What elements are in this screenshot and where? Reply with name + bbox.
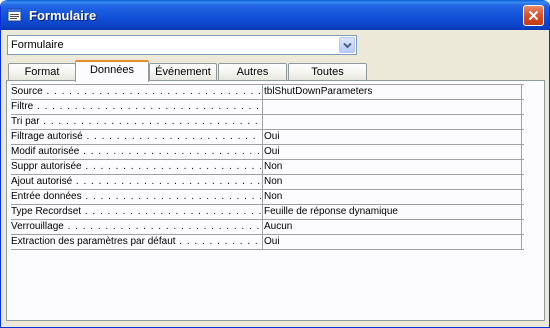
properties-icon (7, 7, 23, 23)
tab-panel: Source . . . . . . . . . . . . . . . . .… (6, 80, 545, 321)
column-divider (262, 220, 263, 234)
property-value[interactable]: Non (264, 190, 522, 204)
property-label: Tri par . . . . . . . . . . . . . . . . … (11, 116, 261, 127)
property-label: Modif autorisée . . . . . . . . . . . . … (11, 146, 261, 157)
property-value[interactable]: tblShutDownParameters (264, 85, 522, 99)
property-row[interactable]: Ajout autorisé . . . . . . . . . . . . .… (11, 175, 524, 190)
property-value[interactable]: Non (264, 175, 522, 189)
close-button[interactable] (523, 5, 544, 26)
window-title: Formulaire (29, 8, 97, 23)
tab-strip: Format Données Événement Autres Toutes (6, 60, 546, 82)
property-label: Verrouillage . . . . . . . . . . . . . .… (11, 221, 261, 232)
property-value[interactable]: Feuille de réponse dynamique (264, 205, 522, 219)
property-label: Ajout autorisé . . . . . . . . . . . . .… (11, 176, 261, 187)
tab-toutes[interactable]: Toutes (288, 63, 367, 80)
property-row[interactable]: Source . . . . . . . . . . . . . . . . .… (11, 85, 524, 100)
title-bar[interactable]: Formulaire (1, 0, 549, 30)
tab-autres[interactable]: Autres (218, 63, 287, 80)
property-value[interactable]: Oui (264, 130, 522, 144)
column-divider (262, 85, 263, 99)
property-row[interactable]: Type Recordset . . . . . . . . . . . . .… (11, 205, 524, 220)
object-selector-dropdown[interactable]: Formulaire (7, 35, 357, 55)
property-value[interactable]: Oui (264, 235, 522, 249)
tab-label: Données (89, 64, 135, 76)
property-row[interactable]: Filtrage autorisé . . . . . . . . . . . … (11, 130, 524, 145)
property-row[interactable]: Tri par . . . . . . . . . . . . . . . . … (11, 115, 524, 130)
properties-window: Formulaire Formulaire Format Données Évé… (0, 0, 550, 328)
tab-evenement[interactable]: Événement (149, 63, 217, 80)
property-label: Suppr autorisée . . . . . . . . . . . . … (11, 161, 261, 172)
property-label: Filtrage autorisé . . . . . . . . . . . … (11, 131, 261, 142)
tab-label: Autres (236, 66, 269, 78)
property-label: Extraction des paramètres par défaut . .… (11, 236, 261, 247)
property-grid: Source . . . . . . . . . . . . . . . . .… (11, 84, 524, 250)
property-row[interactable]: Modif autorisée . . . . . . . . . . . . … (11, 145, 524, 160)
tab-label: Format (24, 66, 60, 78)
tab-format[interactable]: Format (8, 63, 76, 80)
object-selector-value: Formulaire (11, 39, 64, 51)
tab-donnees[interactable]: Données (75, 60, 149, 82)
property-value[interactable]: Non (264, 160, 522, 174)
property-row[interactable]: Verrouillage . . . . . . . . . . . . . .… (11, 220, 524, 235)
column-divider (262, 130, 263, 144)
column-divider (262, 160, 263, 174)
property-label: Type Recordset . . . . . . . . . . . . .… (11, 206, 261, 217)
property-value[interactable]: Aucun (264, 220, 522, 234)
property-label: Filtre . . . . . . . . . . . . . . . . .… (11, 101, 261, 112)
column-divider (262, 235, 263, 249)
column-divider (262, 115, 263, 129)
property-row[interactable]: Entrée données . . . . . . . . . . . . .… (11, 190, 524, 205)
property-label: Source . . . . . . . . . . . . . . . . .… (11, 86, 261, 97)
property-value[interactable]: Oui (264, 145, 522, 159)
tab-label: Toutes (311, 66, 344, 78)
column-divider (262, 190, 263, 204)
column-divider (262, 100, 263, 114)
column-divider (262, 175, 263, 189)
property-label: Entrée données . . . . . . . . . . . . .… (11, 191, 261, 202)
property-row[interactable]: Extraction des paramètres par défaut . .… (11, 235, 524, 250)
tab-label: Événement (155, 66, 211, 78)
column-divider (262, 145, 263, 159)
property-row[interactable]: Suppr autorisée . . . . . . . . . . . . … (11, 160, 524, 175)
property-row[interactable]: Filtre . . . . . . . . . . . . . . . . .… (11, 100, 524, 115)
property-value[interactable] (264, 115, 522, 129)
dropdown-button[interactable] (339, 37, 355, 53)
property-value[interactable] (264, 100, 522, 114)
column-divider (262, 205, 263, 219)
